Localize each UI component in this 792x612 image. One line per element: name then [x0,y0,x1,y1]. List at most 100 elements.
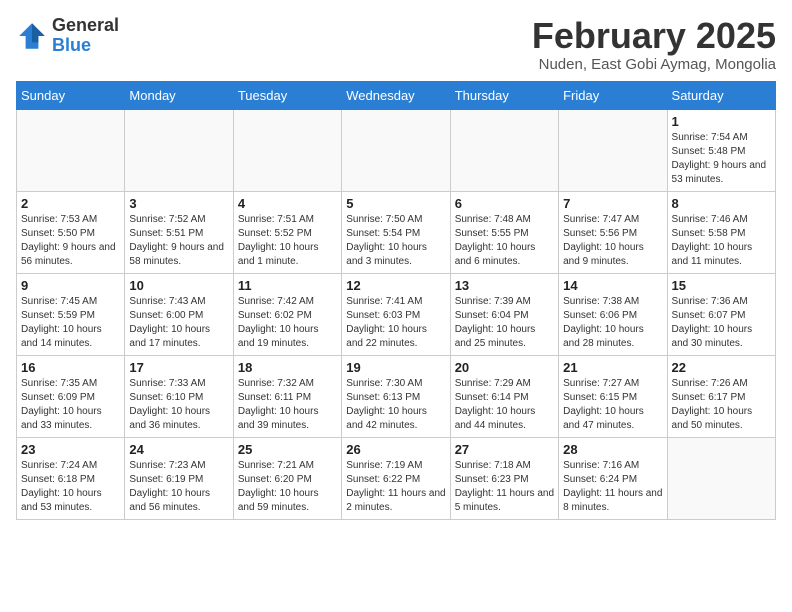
day-info: Sunrise: 7:23 AM Sunset: 6:19 PM Dayligh… [129,459,228,515]
logo-general-text: General [52,16,119,36]
calendar-cell: 20 Sunrise: 7:29 AM Sunset: 6:14 PM Dayli… [450,355,558,437]
calendar-header-wednesday: Wednesday [342,81,450,109]
logo-blue-text: Blue [52,36,119,56]
day-number: 28 [563,442,662,457]
calendar-cell: 19 Sunrise: 7:30 AM Sunset: 6:13 PM Dayli… [342,355,450,437]
day-number: 23 [21,442,120,457]
day-number: 18 [238,360,337,375]
calendar-cell: 21 Sunrise: 7:27 AM Sunset: 6:15 PM Dayli… [559,355,667,437]
day-number: 13 [455,278,554,293]
calendar-cell: 4Sunrise: 7:51 AM Sunset: 5:52 PM Daylig… [233,191,341,273]
day-info: Sunrise: 7:24 AM Sunset: 6:18 PM Dayligh… [21,459,120,515]
day-info: Sunrise: 7:21 AM Sunset: 6:20 PM Dayligh… [238,459,337,515]
day-info: Sunrise: 7:32 AM Sunset: 6:11 PM Dayligh… [238,377,337,433]
day-info: Sunrise: 7:30 AM Sunset: 6:13 PM Dayligh… [346,377,445,433]
day-number: 9 [21,278,120,293]
day-info: Sunrise: 7:46 AM Sunset: 5:58 PM Dayligh… [672,213,771,269]
calendar-cell: 17Sunrise: 7:33 AM Sunset: 6:10 PM Dayli… [125,355,233,437]
calendar-cell: 2 Sunrise: 7:53 AM Sunset: 5:50 PM Daylig… [17,191,125,273]
day-number: 15 [672,278,771,293]
day-number: 20 [455,360,554,375]
day-number: 8 [672,196,771,211]
day-number: 3 [129,196,228,211]
day-number: 6 [455,196,554,211]
calendar-week-row: 1 Sunrise: 7:54 AM Sunset: 5:48 PM Daylig… [17,109,776,191]
day-info: Sunrise: 7:48 AM Sunset: 5:55 PM Dayligh… [455,213,554,269]
calendar-cell: 14Sunrise: 7:38 AM Sunset: 6:06 PM Dayli… [559,273,667,355]
day-info: Sunrise: 7:50 AM Sunset: 5:54 PM Dayligh… [346,213,445,269]
calendar-cell: 25 Sunrise: 7:21 AM Sunset: 6:20 PM Dayli… [233,437,341,519]
day-number: 24 [129,442,228,457]
location-subtitle: Nuden, East Gobi Aymag, Mongolia [532,56,776,73]
day-number: 26 [346,442,445,457]
calendar-cell [125,109,233,191]
day-info: Sunrise: 7:36 AM Sunset: 6:07 PM Dayligh… [672,295,771,351]
day-info: Sunrise: 7:54 AM Sunset: 5:48 PM Dayligh… [672,131,771,187]
calendar-cell: 7 Sunrise: 7:47 AM Sunset: 5:56 PM Daylig… [559,191,667,273]
calendar-cell [342,109,450,191]
day-info: Sunrise: 7:27 AM Sunset: 6:15 PM Dayligh… [563,377,662,433]
day-info: Sunrise: 7:51 AM Sunset: 5:52 PM Dayligh… [238,213,337,269]
day-info: Sunrise: 7:39 AM Sunset: 6:04 PM Dayligh… [455,295,554,351]
calendar-cell: 27Sunrise: 7:18 AM Sunset: 6:23 PM Dayli… [450,437,558,519]
calendar-cell: 24 Sunrise: 7:23 AM Sunset: 6:19 PM Dayli… [125,437,233,519]
day-number: 22 [672,360,771,375]
calendar-cell [450,109,558,191]
day-info: Sunrise: 7:41 AM Sunset: 6:03 PM Dayligh… [346,295,445,351]
calendar-cell: 22 Sunrise: 7:26 AM Sunset: 6:17 PM Dayli… [667,355,775,437]
day-number: 21 [563,360,662,375]
day-info: Sunrise: 7:53 AM Sunset: 5:50 PM Dayligh… [21,213,120,269]
calendar-cell [233,109,341,191]
logo: General Blue [16,16,119,56]
calendar-header-tuesday: Tuesday [233,81,341,109]
calendar-cell: 10Sunrise: 7:43 AM Sunset: 6:00 PM Dayli… [125,273,233,355]
day-info: Sunrise: 7:43 AM Sunset: 6:00 PM Dayligh… [129,295,228,351]
calendar-cell: 12 Sunrise: 7:41 AM Sunset: 6:03 PM Dayli… [342,273,450,355]
day-number: 5 [346,196,445,211]
calendar-cell: 8 Sunrise: 7:46 AM Sunset: 5:58 PM Daylig… [667,191,775,273]
day-info: Sunrise: 7:42 AM Sunset: 6:02 PM Dayligh… [238,295,337,351]
day-number: 11 [238,278,337,293]
calendar-header-saturday: Saturday [667,81,775,109]
day-number: 7 [563,196,662,211]
day-info: Sunrise: 7:52 AM Sunset: 5:51 PM Dayligh… [129,213,228,269]
calendar-cell [17,109,125,191]
day-info: Sunrise: 7:38 AM Sunset: 6:06 PM Dayligh… [563,295,662,351]
day-number: 16 [21,360,120,375]
day-number: 27 [455,442,554,457]
day-info: Sunrise: 7:35 AM Sunset: 6:09 PM Dayligh… [21,377,120,433]
day-number: 19 [346,360,445,375]
calendar-header-monday: Monday [125,81,233,109]
calendar-cell: 5 Sunrise: 7:50 AM Sunset: 5:54 PM Daylig… [342,191,450,273]
calendar-week-row: 2 Sunrise: 7:53 AM Sunset: 5:50 PM Daylig… [17,191,776,273]
day-info: Sunrise: 7:47 AM Sunset: 5:56 PM Dayligh… [563,213,662,269]
day-number: 12 [346,278,445,293]
calendar-header-thursday: Thursday [450,81,558,109]
logo-icon [16,20,48,52]
calendar-cell: 9Sunrise: 7:45 AM Sunset: 5:59 PM Daylig… [17,273,125,355]
calendar-week-row: 16 Sunrise: 7:35 AM Sunset: 6:09 PM Dayli… [17,355,776,437]
calendar-header-friday: Friday [559,81,667,109]
day-number: 25 [238,442,337,457]
day-info: Sunrise: 7:29 AM Sunset: 6:14 PM Dayligh… [455,377,554,433]
day-number: 17 [129,360,228,375]
calendar-cell: 11 Sunrise: 7:42 AM Sunset: 6:02 PM Dayli… [233,273,341,355]
calendar-cell: 28Sunrise: 7:16 AM Sunset: 6:24 PM Dayli… [559,437,667,519]
calendar-cell: 13 Sunrise: 7:39 AM Sunset: 6:04 PM Dayli… [450,273,558,355]
day-number: 2 [21,196,120,211]
title-block: February 2025 Nuden, East Gobi Aymag, Mo… [532,16,776,73]
calendar-week-row: 23 Sunrise: 7:24 AM Sunset: 6:18 PM Dayli… [17,437,776,519]
calendar-header-sunday: Sunday [17,81,125,109]
calendar-cell: 23 Sunrise: 7:24 AM Sunset: 6:18 PM Dayli… [17,437,125,519]
day-info: Sunrise: 7:26 AM Sunset: 6:17 PM Dayligh… [672,377,771,433]
calendar-cell: 16 Sunrise: 7:35 AM Sunset: 6:09 PM Dayli… [17,355,125,437]
calendar-table: SundayMondayTuesdayWednesdayThursdayFrid… [16,81,776,520]
calendar-cell: 3 Sunrise: 7:52 AM Sunset: 5:51 PM Daylig… [125,191,233,273]
calendar-week-row: 9Sunrise: 7:45 AM Sunset: 5:59 PM Daylig… [17,273,776,355]
day-number: 1 [672,114,771,129]
logo-text: General Blue [52,16,119,56]
day-info: Sunrise: 7:19 AM Sunset: 6:22 PM Dayligh… [346,459,445,515]
calendar-cell: 26 Sunrise: 7:19 AM Sunset: 6:22 PM Dayli… [342,437,450,519]
calendar-cell [559,109,667,191]
calendar-cell: 6 Sunrise: 7:48 AM Sunset: 5:55 PM Daylig… [450,191,558,273]
